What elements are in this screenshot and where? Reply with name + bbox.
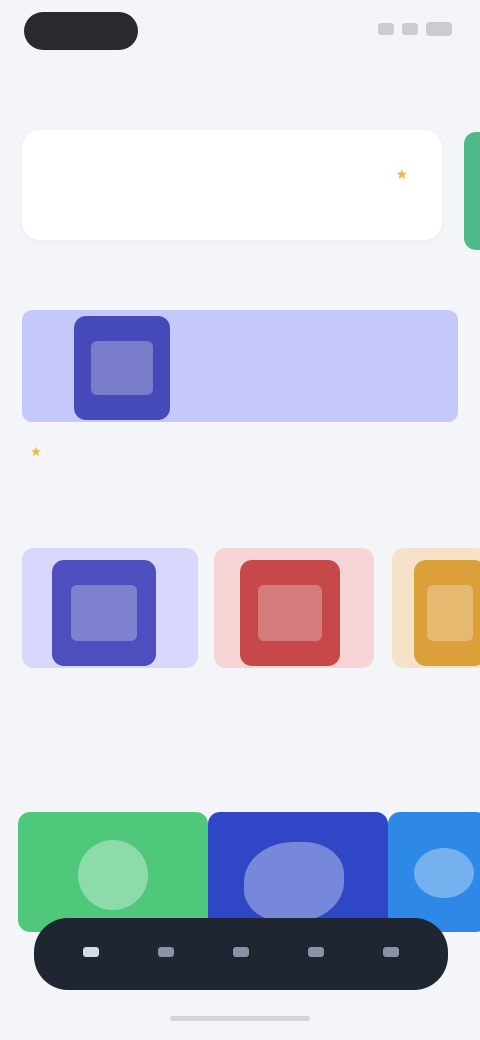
hero-card[interactable]: ★ — [22, 130, 442, 240]
category-card-2[interactable] — [208, 812, 388, 932]
bottom-tab-bar — [34, 918, 448, 990]
game-thumbnail — [426, 585, 474, 641]
featured-game-meta: ★ — [30, 444, 48, 460]
star-icon: ★ — [395, 166, 408, 182]
tab-profile[interactable] — [382, 947, 399, 961]
star-icon: ★ — [30, 444, 42, 459]
game-thumbnail — [91, 340, 153, 396]
category-card-1[interactable] — [18, 812, 208, 932]
category-illustration — [414, 848, 474, 898]
wifi-icon — [402, 23, 418, 35]
tab-games[interactable] — [158, 947, 175, 961]
home-icon — [83, 947, 100, 957]
signal-icon — [378, 23, 394, 35]
game-icon-3[interactable] — [414, 560, 480, 666]
game-thumbnail — [258, 585, 322, 641]
home-indicator — [170, 1016, 310, 1021]
game-thumbnail — [70, 585, 138, 641]
gamepad-icon — [158, 947, 175, 957]
chat-icon — [307, 947, 324, 957]
status-bar — [0, 0, 480, 60]
tab-messages[interactable] — [307, 947, 324, 961]
game-icon-2[interactable] — [240, 560, 340, 666]
game-icon-1[interactable] — [52, 560, 156, 666]
tab-discover[interactable] — [232, 947, 249, 961]
hero-stat: ★ — [395, 166, 418, 183]
compass-icon — [232, 947, 249, 957]
dynamic-island — [24, 12, 138, 50]
featured-game-icon[interactable] — [74, 316, 170, 420]
category-illustration — [244, 842, 344, 922]
status-icons — [378, 22, 452, 36]
category-card-3[interactable] — [388, 812, 480, 932]
side-panel-tab[interactable] — [464, 132, 480, 250]
battery-icon — [426, 22, 452, 36]
profile-icon — [382, 947, 399, 957]
tab-home[interactable] — [83, 947, 100, 961]
category-illustration — [78, 840, 148, 910]
